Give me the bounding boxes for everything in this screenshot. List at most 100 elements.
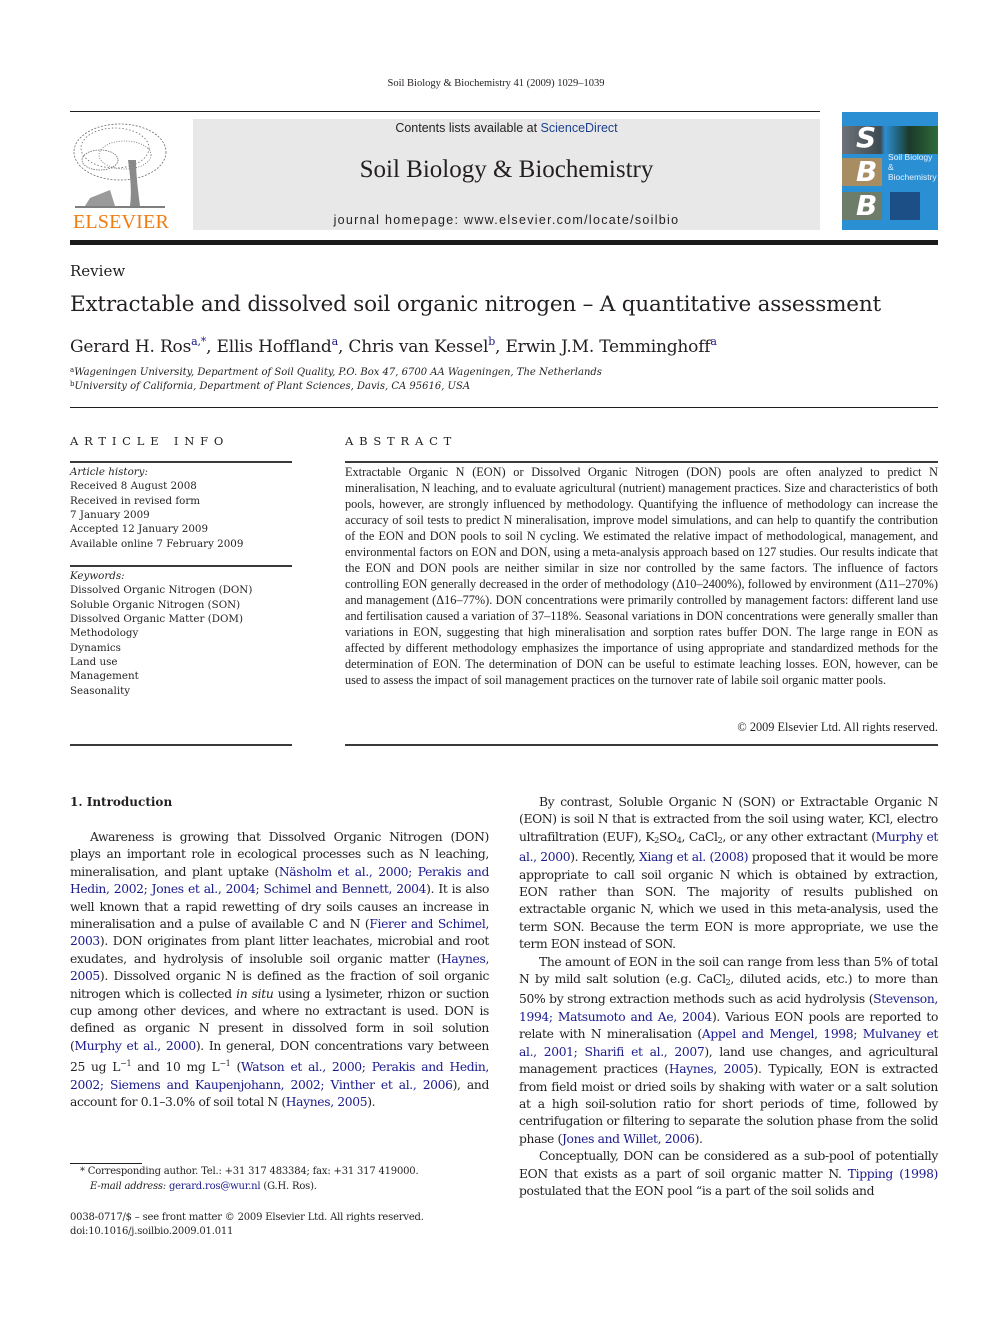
- text-run: ).: [367, 1095, 376, 1110]
- author-affiliation-mark[interactable]: b: [488, 335, 495, 348]
- top-rule: [70, 111, 820, 112]
- abstract-heading: ABSTRACT: [345, 434, 458, 448]
- paragraph: The amount of EON in the soil can range …: [519, 954, 938, 1148]
- citation-link[interactable]: Haynes, 2005: [669, 1062, 754, 1076]
- article-info-rule: [70, 744, 292, 746]
- superscript: −1: [120, 1059, 132, 1069]
- text-run: proposed that it would be more appropria…: [519, 850, 938, 952]
- cover-letter: S: [856, 121, 877, 154]
- text-run: ). DON originates from plant litter leac…: [70, 934, 489, 966]
- author-affiliation-mark[interactable]: a,*: [191, 335, 206, 348]
- keyword-item: Seasonality: [70, 684, 131, 697]
- citation-link[interactable]: Tipping (1998): [848, 1167, 939, 1181]
- author-separator: ,: [495, 337, 506, 357]
- abstract-rule: [345, 461, 938, 463]
- paragraph: By contrast, Soluble Organic N (SON) or …: [519, 794, 938, 954]
- cover-letter: B: [856, 189, 878, 222]
- section-heading-introduction: 1. Introduction: [70, 795, 173, 809]
- journal-title[interactable]: Soil Biology & Biochemistry: [193, 156, 820, 184]
- keyword-item: Management: [70, 670, 139, 683]
- footnote-rule: [70, 1163, 142, 1164]
- email-note: E-mail address: gerard.ros@wur.nl (G.H. …: [90, 1181, 317, 1192]
- citation-link[interactable]: Murphy et al., 2000: [74, 1039, 196, 1053]
- article-info-rule: [70, 461, 292, 463]
- body-column-left: Awareness is growing that Dissolved Orga…: [70, 829, 489, 1112]
- text-run: (: [230, 1060, 242, 1075]
- text-run: ). Recently,: [570, 850, 639, 865]
- author-list: Gerard H. Rosa,*, Ellis Hoffland a, Chris…: [70, 335, 717, 357]
- abstract-text: Extractable Organic N (EON) or Dissolved…: [345, 465, 938, 687]
- elsevier-tree-icon: [73, 123, 167, 208]
- keywords-label: Keywords:: [70, 570, 125, 582]
- text-run: , CaCl: [681, 829, 718, 844]
- article-history: Article history: Received 8 August 2008 …: [70, 465, 292, 551]
- citation-link[interactable]: Xiang et al. (2008): [639, 850, 749, 864]
- keyword-item: Dissolved Organic Nitrogen (DON): [70, 584, 253, 597]
- masthead: Contents lists available at ScienceDirec…: [193, 119, 820, 230]
- abstract-body: Extractable Organic N (EON) or Dissolved…: [345, 464, 938, 688]
- history-item: Available online 7 February 2009: [70, 537, 244, 550]
- running-head: Soil Biology & Biochemistry 41 (2009) 10…: [387, 78, 605, 89]
- cover-letter: B: [856, 155, 878, 188]
- keyword-item: Dynamics: [70, 641, 121, 654]
- author-separator: ,: [206, 337, 217, 357]
- article-info-rule: [70, 565, 292, 567]
- abstract-copyright: © 2009 Elsevier Ltd. All rights reserved…: [737, 720, 938, 734]
- email-label: E-mail address:: [90, 1181, 169, 1192]
- paragraph: Conceptually, DON can be considered as a…: [519, 1148, 938, 1200]
- history-item: Accepted 12 January 2009: [70, 523, 209, 536]
- history-item: Received 8 August 2008: [70, 480, 197, 493]
- article-info-heading: ARTICLE INFO: [70, 434, 230, 448]
- elsevier-logo[interactable]: ELSEVIER: [70, 120, 172, 232]
- article-history-label: Article history:: [70, 466, 148, 478]
- article-title: Extractable and dissolved soil organic n…: [70, 292, 881, 317]
- affiliation-text: University of California, Department of …: [74, 381, 471, 392]
- author-separator: ,: [337, 337, 349, 357]
- journal-cover-image[interactable]: S B B Soil Biology & Biochemistry: [842, 112, 938, 230]
- keyword-item: Dissolved Organic Matter (DOM): [70, 613, 243, 626]
- citation-link[interactable]: Haynes, 2005: [286, 1095, 368, 1109]
- cover-title-line: Soil Biology &: [888, 152, 933, 172]
- affiliation: aWageningen University, Department of So…: [70, 366, 602, 378]
- text-run: ).: [694, 1131, 703, 1146]
- text-run: SO: [658, 829, 677, 844]
- citation-link[interactable]: Jones and Willet, 2006: [562, 1132, 695, 1146]
- author-name[interactable]: Erwin J.M. Temminghoff: [505, 337, 710, 357]
- corresponding-author-note: * Corresponding author. Tel.: +31 317 48…: [80, 1166, 419, 1177]
- body-column-right: By contrast, Soluble Organic N (SON) or …: [519, 794, 938, 1200]
- masthead-rule: [70, 240, 938, 245]
- author-name[interactable]: Ellis Hoffland: [217, 337, 332, 357]
- author-affiliation-mark[interactable]: a: [710, 335, 717, 348]
- cover-title-line: Biochemistry: [888, 172, 937, 182]
- doi-link[interactable]: doi:10.1016/j.soilbio.2009.01.011: [70, 1226, 233, 1237]
- affiliation-rule: [70, 407, 938, 408]
- keyword-item: Methodology: [70, 627, 139, 640]
- section-type: Review: [70, 262, 126, 280]
- author-name[interactable]: Chris van Kessel: [348, 337, 488, 357]
- cover-photo-strip: [890, 192, 920, 220]
- author-name[interactable]: Gerard H. Ros: [70, 337, 191, 357]
- italic-text: in situ: [236, 986, 274, 1001]
- keyword-item: Soluble Organic Nitrogen (SON): [70, 598, 241, 611]
- history-item: 7 January 2009: [70, 509, 150, 522]
- journal-homepage-link[interactable]: journal homepage: www.elsevier.com/locat…: [193, 213, 820, 227]
- sciencedirect-link[interactable]: ScienceDirect: [541, 121, 618, 135]
- contents-line: Contents lists available at ScienceDirec…: [193, 121, 820, 135]
- paragraph: Awareness is growing that Dissolved Orga…: [70, 829, 489, 1112]
- text-run: and 10 mg L: [131, 1060, 220, 1075]
- abstract-rule: [345, 744, 938, 746]
- affiliation: bUniversity of California, Department of…: [70, 380, 470, 392]
- elsevier-wordmark: ELSEVIER: [72, 211, 170, 233]
- email-link[interactable]: gerard.ros@wur.nl: [169, 1181, 261, 1192]
- text-run: , or any other extractant (: [722, 829, 876, 844]
- front-matter-note: 0038-0717/$ – see front matter © 2009 El…: [70, 1212, 424, 1223]
- history-item: Received in revised form: [70, 494, 201, 507]
- contents-prefix: Contents lists available at: [395, 121, 541, 135]
- text-run: postulated that the EON pool “is a part …: [519, 1183, 875, 1198]
- email-suffix: (G.H. Ros).: [260, 1181, 317, 1192]
- keywords: Keywords: Dissolved Organic Nitrogen (DO…: [70, 569, 292, 698]
- keyword-item: Land use: [70, 656, 118, 669]
- superscript: −1: [219, 1059, 231, 1069]
- cover-title: Soil Biology & Biochemistry: [888, 152, 938, 182]
- affiliation-text: Wageningen University, Department of Soi…: [74, 367, 602, 378]
